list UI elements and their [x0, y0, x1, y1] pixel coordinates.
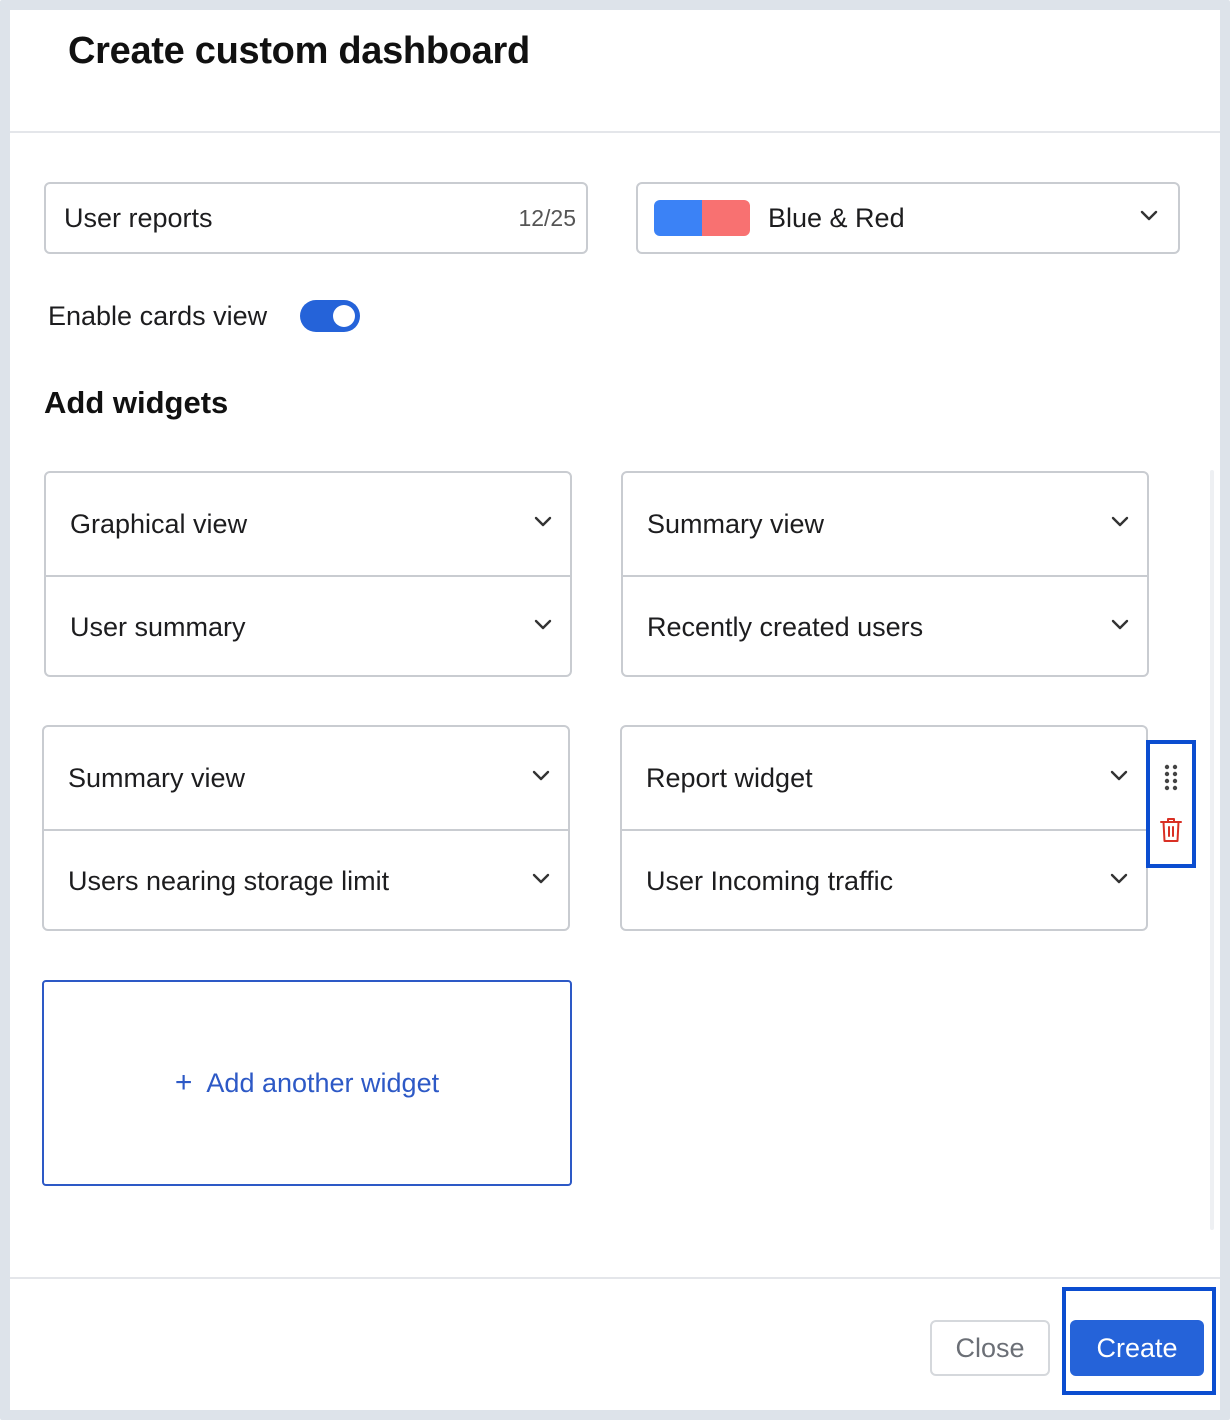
- add-widgets-heading: Add widgets: [44, 385, 229, 420]
- widget-card: Graphical view User summary: [44, 471, 572, 677]
- chevron-down-icon: [1111, 619, 1129, 635]
- widget-item-label: Recently created users: [647, 611, 924, 642]
- chevron-down-icon: [1110, 873, 1128, 889]
- widget-item-select[interactable]: User summary: [46, 575, 570, 677]
- swatch-red: [702, 200, 750, 236]
- header-divider: [10, 131, 1220, 133]
- cards-view-row: Enable cards view: [48, 300, 361, 332]
- drag-handle-icon[interactable]: [1164, 764, 1178, 792]
- widget-item-label: User summary: [70, 611, 246, 642]
- cards-view-label: Enable cards view: [48, 300, 268, 331]
- widget-type-select[interactable]: Summary view: [623, 473, 1147, 575]
- trash-icon[interactable]: [1159, 816, 1183, 844]
- page-title: Create custom dashboard: [68, 30, 530, 72]
- color-swatch: [654, 200, 750, 236]
- widget-card: Summary view Users nearing storage limit: [42, 725, 570, 931]
- char-counter: 12/25: [518, 204, 576, 231]
- chevron-down-icon: [532, 873, 550, 889]
- widget-type-label: Summary view: [647, 508, 825, 539]
- footer-divider: [10, 1277, 1220, 1279]
- add-another-widget-button[interactable]: + Add another widget: [42, 980, 572, 1186]
- color-theme-select[interactable]: Blue & Red: [636, 182, 1180, 254]
- scrollbar[interactable]: [1210, 470, 1214, 1230]
- widget-card: Report widget User Incoming traffic: [620, 725, 1148, 931]
- widget-type-select[interactable]: Summary view: [44, 727, 568, 829]
- widget-type-label: Summary view: [68, 762, 246, 793]
- dashboard-name-input[interactable]: [64, 202, 519, 234]
- widget-item-select[interactable]: Recently created users: [623, 575, 1147, 677]
- chevron-down-icon: [534, 516, 552, 532]
- chevron-down-icon: [532, 770, 550, 786]
- chevron-down-icon: [1140, 210, 1158, 226]
- widget-row-actions: [1146, 740, 1196, 868]
- widget-type-select[interactable]: Report widget: [622, 727, 1146, 829]
- close-button[interactable]: Close: [930, 1320, 1050, 1376]
- widget-item-label: User Incoming traffic: [646, 865, 894, 896]
- cards-view-toggle[interactable]: [300, 300, 361, 332]
- swatch-blue: [654, 200, 702, 236]
- widget-type-select[interactable]: Graphical view: [46, 473, 570, 575]
- widget-item-label: Users nearing storage limit: [68, 865, 390, 896]
- widget-type-label: Report widget: [646, 762, 813, 793]
- toggle-knob: [333, 305, 356, 327]
- widget-card: Summary view Recently created users: [621, 471, 1149, 677]
- chevron-down-icon: [534, 619, 552, 635]
- chevron-down-icon: [1111, 516, 1129, 532]
- create-button[interactable]: Create: [1070, 1320, 1204, 1376]
- widget-type-label: Graphical view: [70, 508, 248, 539]
- plus-icon: +: [174, 1066, 193, 1099]
- chevron-down-icon: [1110, 770, 1128, 786]
- dashboard-name-field[interactable]: 12/25: [44, 182, 588, 254]
- theme-label: Blue & Red: [768, 202, 905, 233]
- widget-item-select[interactable]: User Incoming traffic: [622, 829, 1146, 931]
- widget-item-select[interactable]: Users nearing storage limit: [44, 829, 568, 931]
- add-widget-label: Add another widget: [206, 1067, 440, 1098]
